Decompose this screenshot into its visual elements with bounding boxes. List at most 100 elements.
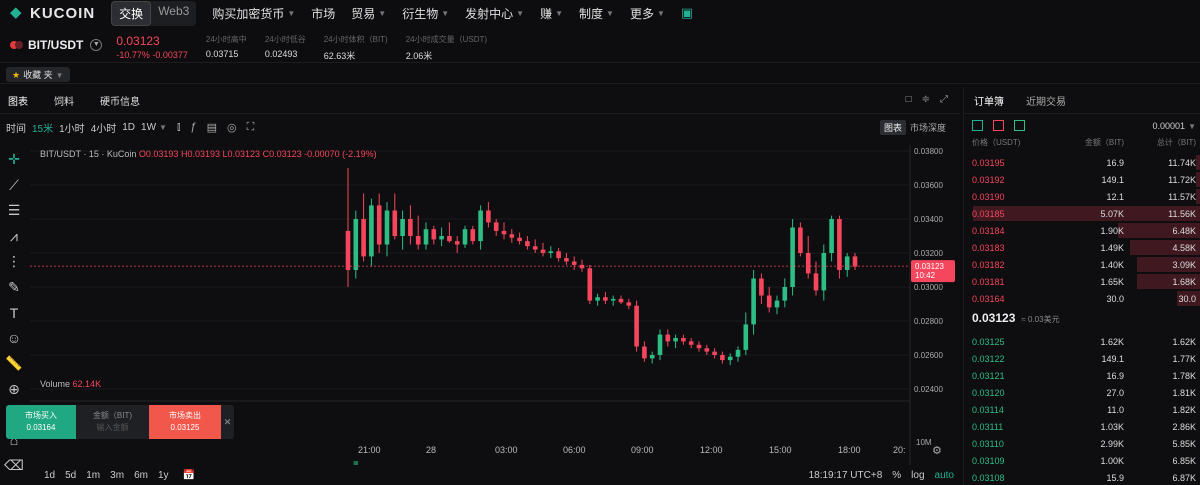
log-toggle[interactable]: log (911, 470, 924, 481)
crosshair-icon[interactable]: ✛ (0, 147, 28, 173)
bid-price: 0.03125 (972, 336, 1005, 347)
tab-orderbook[interactable]: 订单簿 (974, 93, 1004, 108)
candle-body (392, 210, 398, 236)
bid-row[interactable]: 0.03111 1.03K 2.86K (964, 418, 1200, 435)
orderbook-panel: 订单簿 近期交易 0.00001 ▼ 价格（USDT) 金额（BIT) 总计（BI… (963, 87, 1200, 485)
ask-row[interactable]: 0.03183 1.49K 4.58K (964, 239, 1200, 256)
ask-row[interactable]: 0.03182 1.40K 3.09K (964, 256, 1200, 273)
timeframe-4h[interactable]: 4小时 (91, 120, 117, 135)
pair-selector[interactable]: BIT/USDT ▼ (10, 38, 103, 52)
ask-row[interactable]: 0.03195 16.9 11.74K (964, 154, 1200, 171)
bid-row[interactable]: 0.03109 1.00K 6.85K (964, 452, 1200, 469)
pattern-icon[interactable]: ⩘ (0, 224, 28, 250)
amount-input[interactable]: 金额（BIT) 输入金额 (76, 405, 149, 439)
range-6m[interactable]: 6m (134, 470, 148, 481)
emoji-icon[interactable]: ☺ (0, 326, 28, 352)
trend-line-icon[interactable]: ⟋ (0, 173, 28, 199)
nav-markets[interactable]: 市场 (311, 5, 335, 22)
zoom-icon[interactable]: ⊕ (0, 377, 28, 403)
nav-earn[interactable]: 赚 ▼ (540, 5, 563, 22)
calendar-icon[interactable]: 📅 (183, 470, 195, 481)
percent-toggle[interactable]: % (892, 470, 901, 481)
horizontal-lines-icon[interactable]: ☰ (0, 198, 28, 224)
ask-row[interactable]: 0.03164 30.0 30.0 (964, 290, 1200, 307)
tab-chart[interactable]: 图表 (8, 93, 28, 108)
view-depth[interactable]: 市场深度 (906, 120, 950, 135)
brush-icon[interactable]: ✎ (0, 275, 28, 301)
nav-trade[interactable]: 贸易 ▼ (351, 5, 386, 22)
timeframe-1d[interactable]: 1D (122, 122, 135, 133)
close-icon[interactable]: ✕ (221, 405, 234, 439)
market-sell-button[interactable]: 市场卖出 0.03125 (149, 405, 221, 439)
text-icon[interactable]: T (0, 300, 28, 326)
nav-institutional[interactable]: 制度 ▼ (579, 5, 614, 22)
tab-web3[interactable]: Web3 (151, 1, 196, 26)
range-5d[interactable]: 5d (65, 470, 76, 481)
clock[interactable]: 18:19:17 UTC+8 (809, 470, 883, 481)
ask-row[interactable]: 0.03190 12.1 11.57K (964, 188, 1200, 205)
ask-total: 30.0 (1178, 293, 1196, 304)
stat-value: 62.63米 (323, 51, 356, 61)
price-tick-label: 0.03000 (914, 283, 943, 292)
timeframe-1h[interactable]: 1小时 (59, 120, 85, 135)
ask-row[interactable]: 0.03192 149.1 11.72K (964, 171, 1200, 188)
nav-derivatives[interactable]: 衍生物 ▼ (402, 5, 449, 22)
bid-row[interactable]: 0.03108 15.9 6.87K (964, 469, 1200, 485)
fib-icon[interactable]: ⋮ (0, 249, 28, 275)
bid-row[interactable]: 0.03114 11.0 1.82K (964, 401, 1200, 418)
chevron-down-icon: ▼ (555, 8, 564, 18)
book-bids-icon[interactable] (1014, 120, 1025, 131)
quick-trade: 市场买入 0.03164 金额（BIT) 输入金额 市场卖出 0.03125 ✕ (6, 405, 234, 439)
ask-row[interactable]: 0.03185 5.07K 11.56K (964, 205, 1200, 222)
layout-icon[interactable]: ▤ (207, 121, 217, 134)
nav-launchpad[interactable]: 发射中心 ▼ (465, 5, 524, 22)
chevron-down-icon[interactable]: ▼ (90, 39, 103, 51)
kucoin-logo[interactable]: ◆ KUCOIN (10, 5, 95, 22)
volume-value: 62.14K (72, 379, 102, 389)
range-1d[interactable]: 1d (44, 470, 55, 481)
book-asks-icon[interactable] (993, 120, 1004, 131)
candle-body (376, 205, 382, 245)
window-icon[interactable]: □ (906, 94, 912, 105)
bid-row[interactable]: 0.03122 149.1 1.77K (964, 350, 1200, 367)
nav-more[interactable]: 更多 ▼ (630, 5, 665, 22)
gift-icon[interactable]: ▣ (681, 5, 693, 21)
candle-body (478, 210, 483, 242)
nav-buy-crypto[interactable]: 购买加密货币 ▼ (212, 5, 295, 22)
view-chart[interactable]: 图表 (879, 120, 906, 135)
timeframe-1w[interactable]: 1W ▼ (141, 122, 167, 133)
timeframe-15m[interactable]: 15米 (32, 120, 53, 135)
bid-total: 2.86K (1172, 421, 1196, 432)
candle-type-icon[interactable]: ⫾ (177, 121, 181, 134)
market-buy-button[interactable]: 市场买入 0.03164 (6, 405, 76, 439)
favorites-button[interactable]: ★ 收藏 夹 ▼ (6, 67, 70, 82)
ask-row[interactable]: 0.03184 1.90K 6.48K (964, 222, 1200, 239)
axis-settings-icon[interactable]: ⚙ (932, 444, 942, 457)
bid-row[interactable]: 0.03120 27.0 1.81K (964, 384, 1200, 401)
bid-row[interactable]: 0.03125 1.62K 1.62K (964, 333, 1200, 350)
range-1m[interactable]: 1m (86, 470, 100, 481)
range-1y[interactable]: 1y (158, 470, 169, 481)
indicators-icon[interactable]: ƒ (191, 121, 197, 133)
settings-icon[interactable]: ◎ (227, 121, 237, 134)
auto-toggle[interactable]: auto (935, 470, 954, 481)
ask-price: 0.03195 (972, 157, 1005, 168)
fullscreen-icon[interactable]: ⛶ (247, 121, 255, 134)
ask-total: 11.56K (1168, 208, 1196, 219)
ask-price: 0.03192 (972, 174, 1005, 185)
book-both-icon[interactable] (972, 120, 983, 131)
tab-exchange[interactable]: 交换 (111, 0, 152, 26)
precision-select[interactable]: 0.00001 ▼ (1153, 121, 1196, 131)
settings-sliders-icon[interactable]: ≑ (922, 94, 930, 105)
ruler-icon[interactable]: 📏 (0, 351, 28, 377)
bid-row[interactable]: 0.03110 2.99K 5.85K (964, 435, 1200, 452)
candle-body (626, 302, 632, 306)
tab-coin-info[interactable]: 硬币信息 (100, 93, 140, 108)
range-3m[interactable]: 3m (110, 470, 124, 481)
kucoin-logo-icon: ◆ (10, 4, 23, 21)
bid-row[interactable]: 0.03121 16.9 1.78K (964, 367, 1200, 384)
tab-feed[interactable]: 饲料 (54, 93, 74, 108)
expand-icon[interactable]: ⤢ (940, 94, 948, 105)
ask-row[interactable]: 0.03181 1.65K 1.68K (964, 273, 1200, 290)
tab-recent-trades[interactable]: 近期交易 (1026, 93, 1066, 108)
